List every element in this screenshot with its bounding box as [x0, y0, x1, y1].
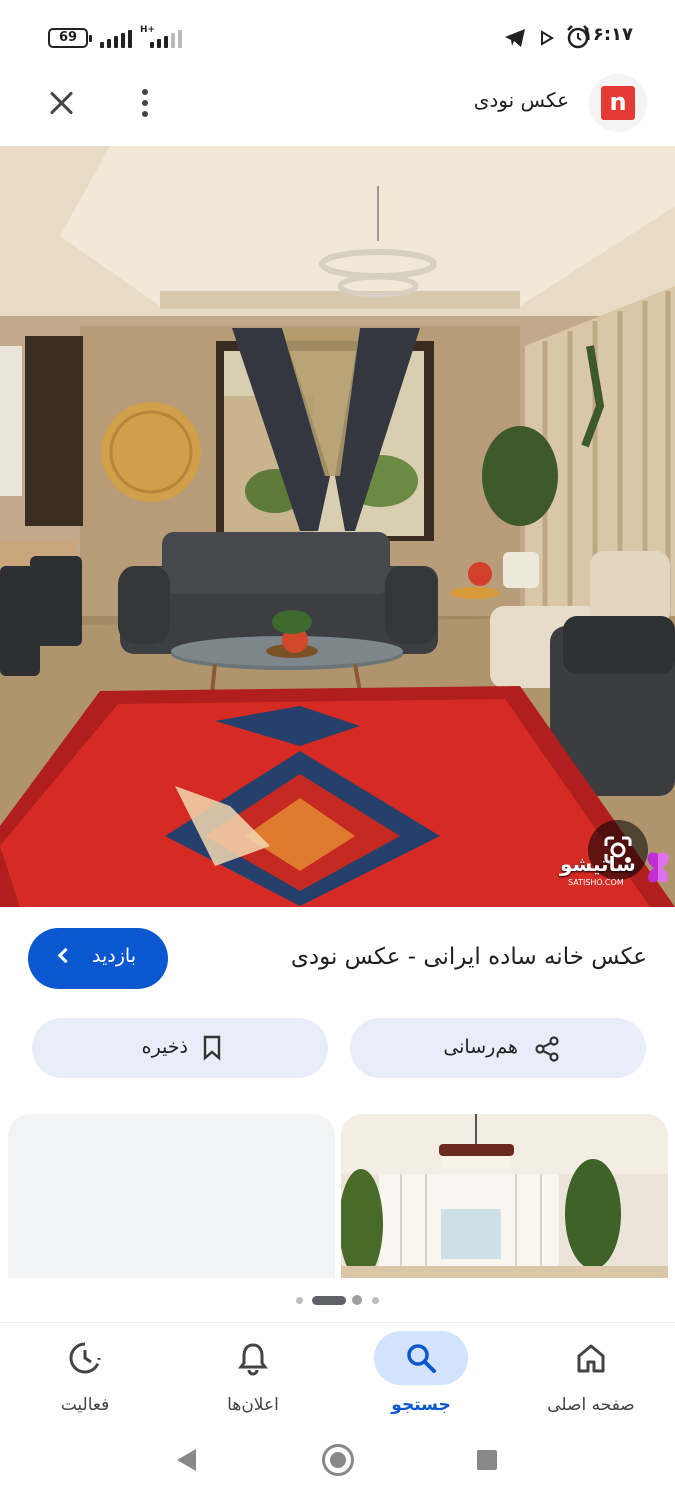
- bell-icon: [238, 1343, 268, 1376]
- share-label: هم‌رسانی: [443, 1036, 518, 1058]
- page-dot: [296, 1297, 303, 1304]
- page-dot: [372, 1297, 379, 1304]
- visit-label: بازدید: [92, 945, 136, 967]
- visit-button[interactable]: بازدید: [28, 928, 168, 989]
- page-indicator: [296, 1294, 386, 1306]
- clock: ۱۶:۱۷: [581, 24, 633, 45]
- site-logo-letter: n: [601, 86, 635, 120]
- page-dot-active: [312, 1296, 346, 1305]
- system-home-icon[interactable]: [322, 1444, 354, 1476]
- share-button[interactable]: هم‌رسانی: [350, 1018, 646, 1078]
- nav-notifications[interactable]: اعلان‌ها: [178, 1323, 328, 1421]
- nav-search-label: جستجو: [391, 1395, 451, 1415]
- share-icon: [535, 1036, 559, 1062]
- living-room-photo: [0, 146, 675, 907]
- chevron-left-icon: [57, 947, 74, 964]
- nav-home[interactable]: صفحه اصلی: [516, 1323, 666, 1421]
- close-icon[interactable]: [44, 86, 80, 122]
- bottom-navigation: فعالیت اعلان‌ها جستجو صفحه اصلی: [0, 1322, 675, 1420]
- telegram-icon: [505, 29, 525, 47]
- app-header: عکس نودی n: [0, 72, 675, 146]
- system-navigation-bar: [0, 1420, 675, 1500]
- home-icon: [577, 1344, 605, 1373]
- battery-level: 69: [58, 30, 78, 45]
- save-label: ذخیره: [141, 1036, 188, 1058]
- site-title[interactable]: عکس نودی: [474, 88, 569, 112]
- image-watermark-url: SATISHO.COM: [568, 878, 624, 887]
- related-result-placeholder[interactable]: [8, 1114, 335, 1278]
- nav-activity-label: فعالیت: [60, 1395, 110, 1415]
- signal-icon: [100, 28, 132, 48]
- site-logo[interactable]: n: [589, 74, 647, 132]
- nav-search[interactable]: جستجو: [346, 1323, 496, 1421]
- related-room-photo: [341, 1114, 668, 1278]
- system-back-icon[interactable]: [177, 1449, 196, 1471]
- image-watermark: ساتیشو: [560, 852, 636, 876]
- page-dot: [352, 1295, 362, 1305]
- nav-notifications-label: اعلان‌ها: [227, 1395, 279, 1415]
- search-icon: [407, 1344, 436, 1373]
- activity-icon: [69, 1342, 101, 1374]
- result-image[interactable]: [0, 146, 675, 907]
- save-button[interactable]: ذخیره: [32, 1018, 328, 1078]
- play-icon: [541, 30, 554, 46]
- related-result-image[interactable]: [341, 1114, 668, 1278]
- nav-home-label: صفحه اصلی: [547, 1395, 635, 1415]
- signal-secondary-icon: [150, 28, 182, 48]
- result-caption[interactable]: عکس خانه ساده ایرانی - عکس نودی: [291, 944, 647, 970]
- bookmark-icon: [203, 1035, 221, 1061]
- more-options-icon[interactable]: [138, 86, 152, 122]
- battery-icon: 69: [48, 28, 92, 48]
- nav-activity[interactable]: فعالیت: [10, 1323, 160, 1421]
- system-recents-icon[interactable]: [477, 1450, 497, 1470]
- butterfly-logo-icon: [647, 852, 669, 883]
- status-bar: 69 H+ ۱۶:۱۷: [0, 0, 675, 72]
